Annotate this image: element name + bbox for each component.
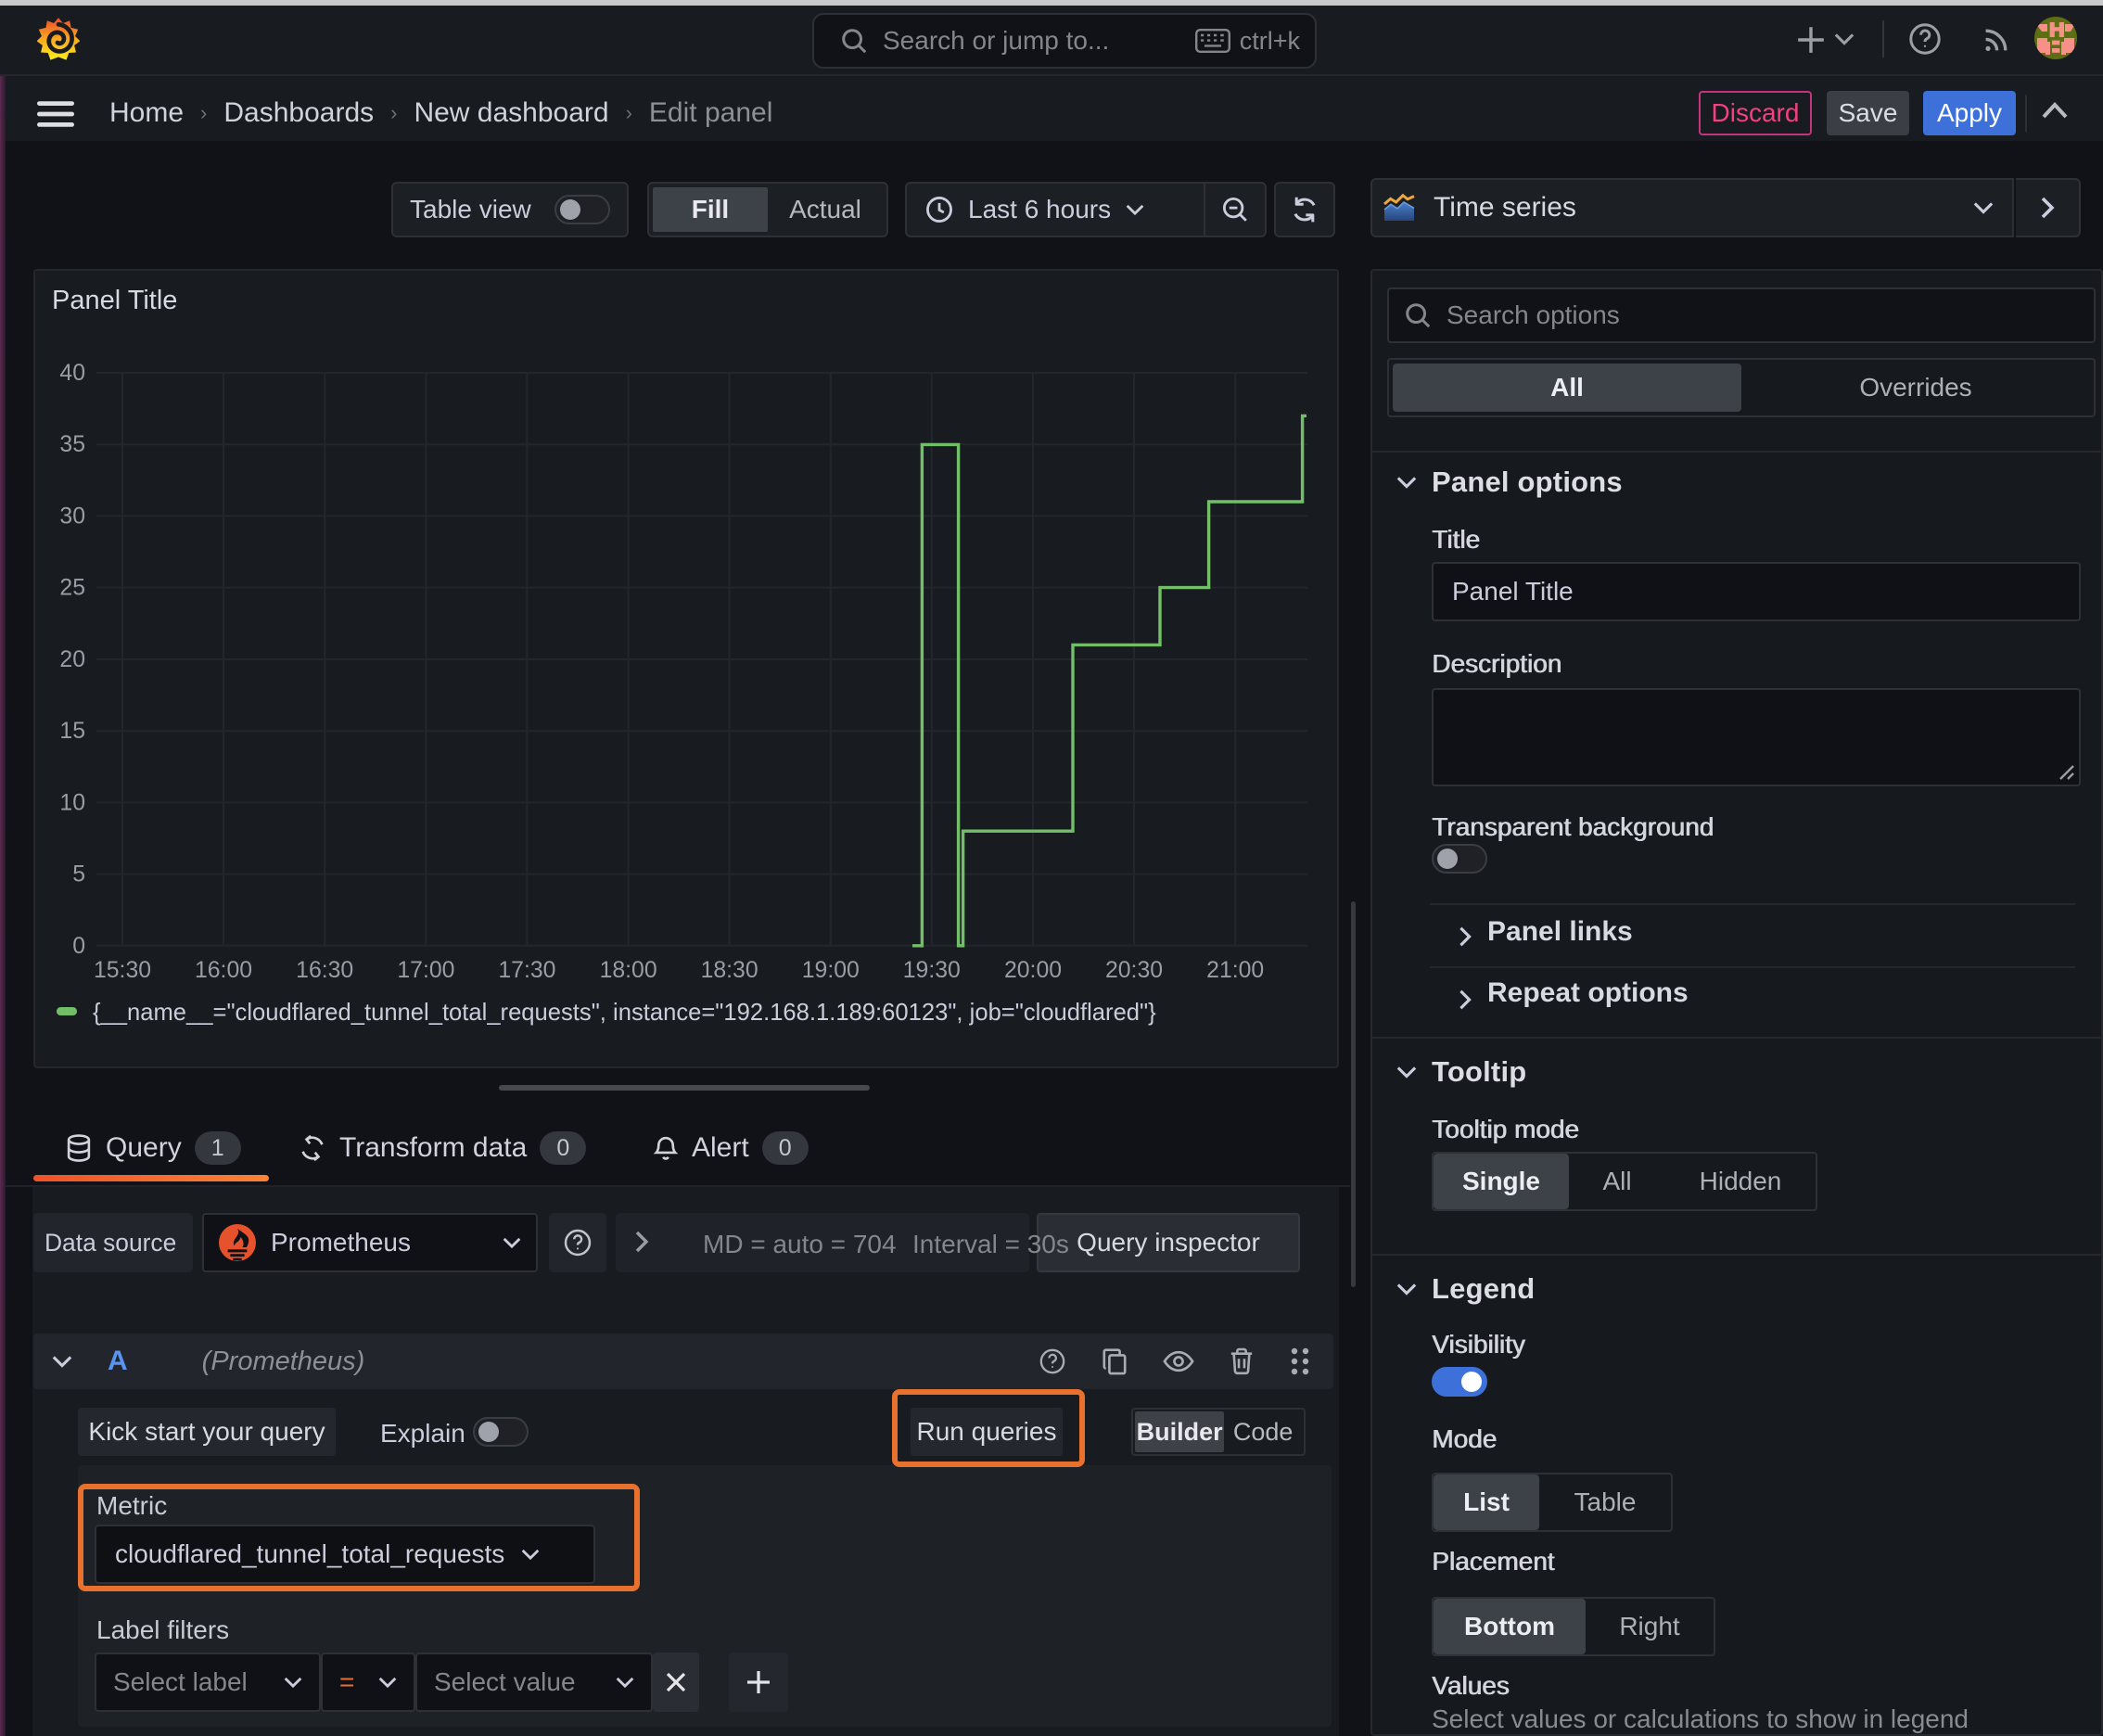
svg-text:0: 0 <box>72 934 85 959</box>
svg-text:25: 25 <box>59 576 85 601</box>
svg-text:20:30: 20:30 <box>1105 958 1163 983</box>
svg-text:18:00: 18:00 <box>600 958 657 983</box>
svg-text:17:30: 17:30 <box>498 958 555 983</box>
svg-text:35: 35 <box>59 432 85 457</box>
svg-text:21:00: 21:00 <box>1206 958 1264 983</box>
svg-text:17:00: 17:00 <box>397 958 454 983</box>
svg-text:20: 20 <box>59 647 85 672</box>
svg-text:40: 40 <box>59 361 85 386</box>
svg-text:19:00: 19:00 <box>802 958 860 983</box>
svg-text:5: 5 <box>72 862 85 887</box>
svg-text:20:00: 20:00 <box>1004 958 1062 983</box>
svg-text:10: 10 <box>59 790 85 815</box>
svg-text:16:30: 16:30 <box>296 958 353 983</box>
svg-text:15: 15 <box>59 719 85 744</box>
svg-text:19:30: 19:30 <box>903 958 961 983</box>
svg-text:18:30: 18:30 <box>701 958 758 983</box>
svg-text:30: 30 <box>59 504 85 529</box>
svg-text:16:00: 16:00 <box>195 958 252 983</box>
svg-text:{__name__="cloudflared_tunnel_: {__name__="cloudflared_tunnel_total_requ… <box>93 1000 1156 1026</box>
svg-text:15:30: 15:30 <box>94 958 151 983</box>
